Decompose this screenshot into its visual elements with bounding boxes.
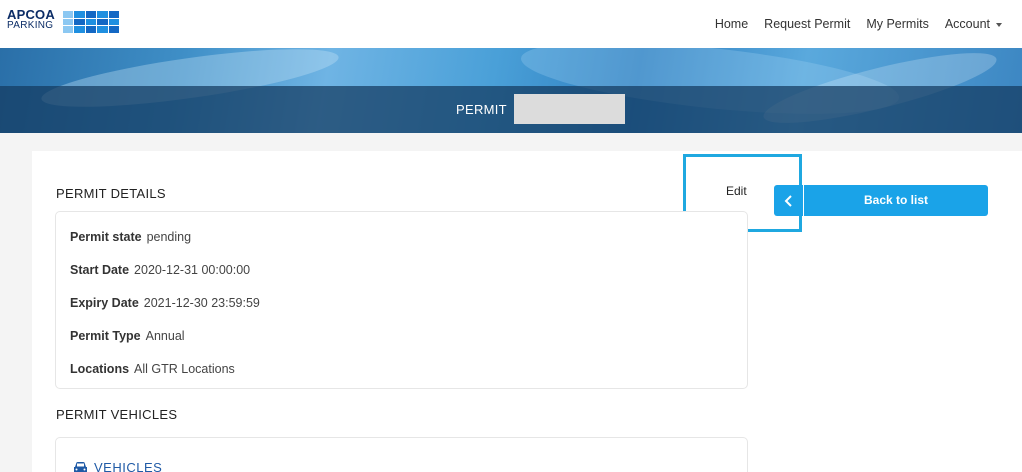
nav-account-label: Account	[944, 17, 990, 31]
caret-down-icon	[996, 22, 1002, 27]
nav-account-dropdown[interactable]: Account	[945, 17, 1002, 31]
back-to-list-button[interactable]: Back to list	[774, 185, 988, 216]
back-to-list-label: Back to list	[863, 193, 929, 207]
logo-brand: APCOA	[7, 7, 55, 22]
page-banner: PERMIT	[0, 48, 1022, 133]
permit-vehicles-heading: PERMIT VEHICLES	[56, 407, 178, 422]
permit-number-redacted	[514, 94, 625, 124]
banner-title-bar	[0, 86, 1022, 133]
detail-value: Annual	[145, 329, 185, 343]
vehicles-header-label: VEHICLES	[94, 460, 163, 472]
detail-value: 2021-12-30 23:59:59	[143, 296, 260, 310]
detail-row-permit-type: Permit Type Annual	[70, 329, 185, 343]
detail-row-start-date: Start Date 2020-12-31 00:00:00	[70, 263, 250, 277]
detail-label: Expiry Date	[70, 296, 139, 310]
detail-value: 2020-12-31 00:00:00	[134, 263, 251, 277]
detail-row-locations: Locations All GTR Locations	[70, 362, 235, 376]
edit-link[interactable]: Edit	[726, 184, 747, 198]
page-title: PERMIT	[456, 102, 507, 117]
vehicles-panel: VEHICLES	[55, 437, 748, 472]
logo-text: APCOA PARKING	[7, 7, 55, 31]
permit-details-heading: PERMIT DETAILS	[56, 186, 166, 201]
logo-sub: PARKING	[7, 20, 54, 31]
car-icon	[74, 462, 87, 472]
detail-label: Permit Type	[70, 329, 141, 343]
logo-grid-icon	[63, 11, 119, 33]
nav-home-link[interactable]: Home	[715, 17, 748, 31]
detail-label: Locations	[70, 362, 130, 376]
main-content-card: PERMIT DETAILS Edit Back to list Permit …	[32, 151, 1022, 472]
nav-request-permit-link[interactable]: Request Permit	[764, 17, 850, 31]
top-navbar: APCOA PARKING Home Request Permit My Per…	[0, 0, 1022, 48]
detail-label: Start Date	[70, 263, 130, 277]
nav-my-permits-link[interactable]: My Permits	[866, 17, 929, 31]
detail-value: All GTR Locations	[134, 362, 235, 376]
detail-row-permit-state: Permit state pending	[70, 230, 191, 244]
detail-row-expiry-date: Expiry Date 2021-12-30 23:59:59	[70, 296, 260, 310]
apcoa-parking-logo[interactable]: APCOA PARKING	[7, 7, 119, 40]
permit-details-panel: Permit state pending Start Date 2020-12-31…	[55, 211, 748, 389]
detail-value: pending	[146, 230, 192, 244]
vehicles-header: VEHICLES	[73, 460, 162, 472]
nav-links: Home Request Permit My Permits Account	[715, 0, 1002, 48]
chevron-left-icon	[774, 185, 804, 216]
detail-label: Permit state	[70, 230, 142, 244]
